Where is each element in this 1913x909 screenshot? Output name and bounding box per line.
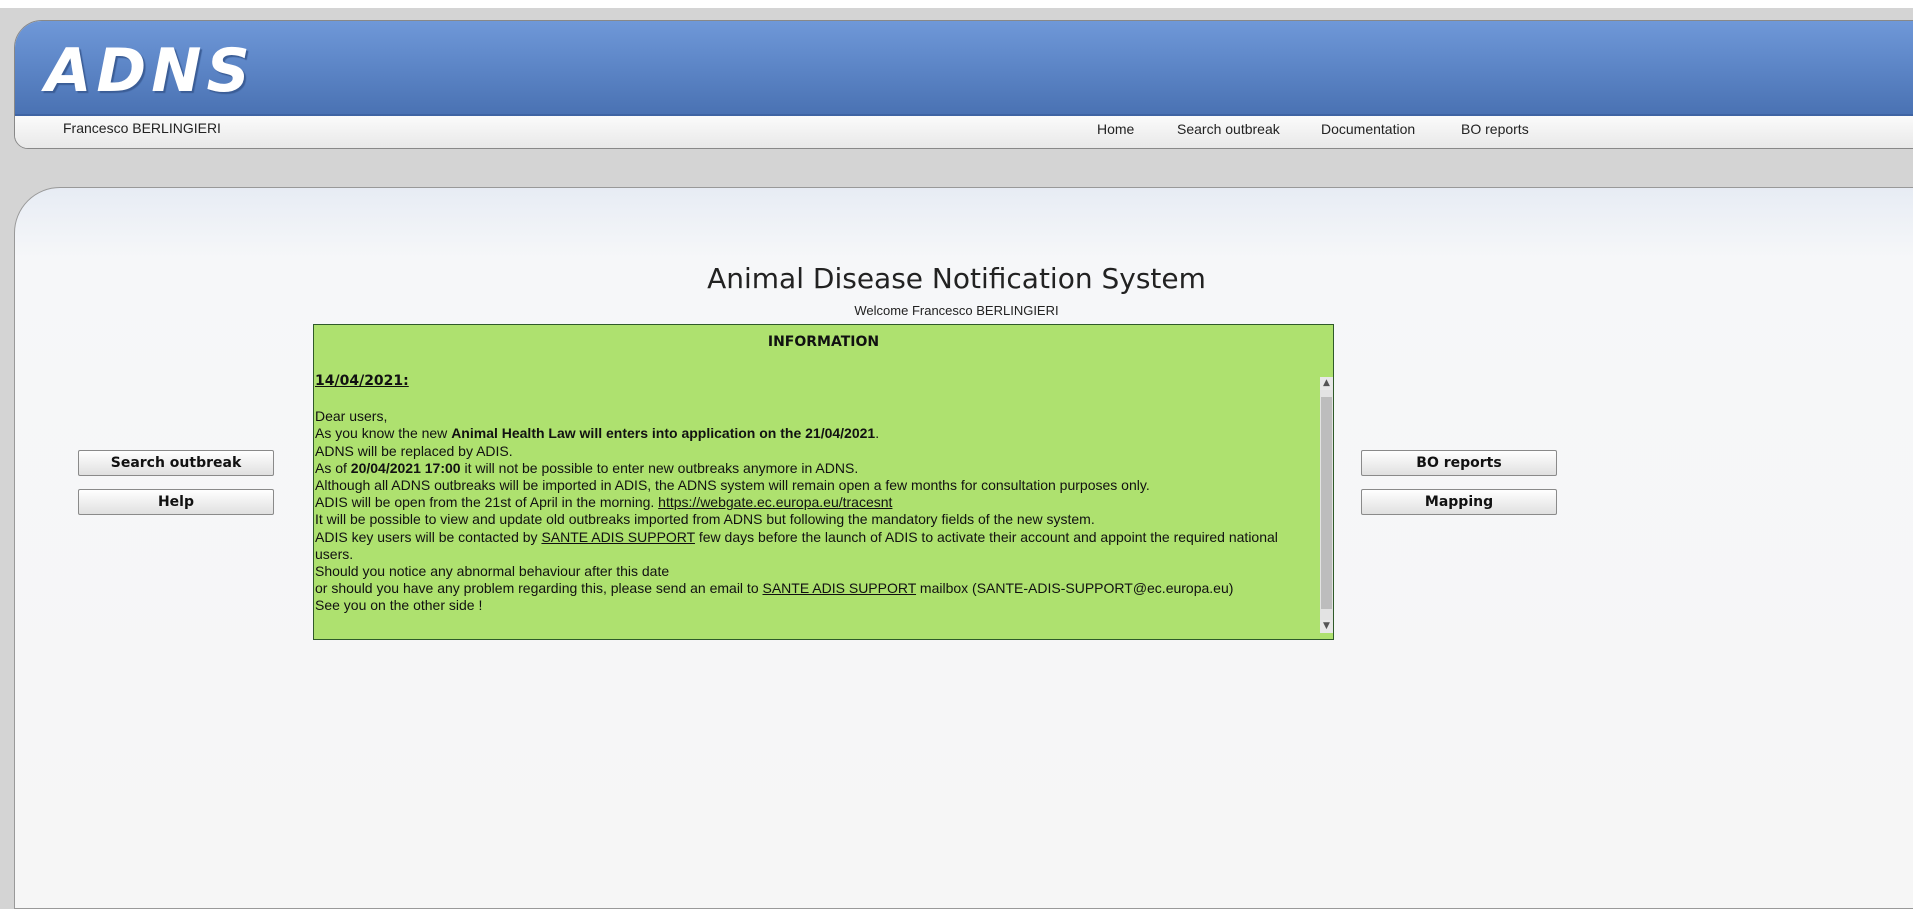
nav-bo-reports-link[interactable]: BO reports (1461, 121, 1529, 137)
bo-reports-button[interactable]: BO reports (1361, 450, 1557, 476)
information-date: 14/04/2021: (315, 373, 409, 389)
info-line: As of 20/04/2021 17:00 it will not be po… (315, 459, 859, 476)
info-line: See you on the other side ! (315, 597, 483, 614)
sante-adis-support-mailbox-link[interactable]: SANTE ADIS SUPPORT (763, 580, 917, 596)
nav-search-outbreak-link[interactable]: Search outbreak (1177, 121, 1280, 137)
scrollbar-thumb[interactable] (1321, 397, 1332, 609)
info-line: ADIS will be open from the 21st of April… (315, 494, 893, 511)
sante-adis-support-link[interactable]: SANTE ADIS SUPPORT (541, 529, 695, 545)
info-line: Although all ADNS outbreaks will be impo… (315, 477, 1150, 494)
traces-nt-link[interactable]: https://webgate.ec.europa.eu/tracesnt (658, 494, 892, 510)
nav-documentation-link[interactable]: Documentation (1321, 121, 1415, 137)
adns-logo[interactable]: ADNS (45, 36, 255, 106)
info-line: ADNS will be replaced by ADIS. (315, 442, 513, 459)
information-heading: INFORMATION (767, 334, 880, 350)
search-outbreak-button[interactable]: Search outbreak (78, 450, 274, 476)
nav-home-link[interactable]: Home (1097, 121, 1134, 137)
app-header: ADNS Francesco BERLINGIERI (14, 20, 1913, 149)
page-title: Animal Disease Notification System (707, 262, 1206, 295)
welcome-message: Welcome Francesco BERLINGIERI (854, 303, 1059, 318)
mapping-button[interactable]: Mapping (1361, 489, 1557, 515)
current-user-name: Francesco BERLINGIERI (63, 120, 221, 136)
browser-top-strip (0, 0, 1913, 8)
info-line: It will be possible to view and update o… (315, 511, 1095, 528)
info-line: Dear users, (315, 408, 388, 425)
scroll-down-arrow-icon[interactable]: ▼ (1320, 620, 1333, 633)
information-text[interactable]: 14/04/2021: Dear users, As you know the … (314, 373, 1314, 635)
user-bar: Francesco BERLINGIERI (15, 116, 1913, 148)
scroll-up-arrow-icon[interactable]: ▲ (1320, 377, 1333, 390)
information-box: INFORMATION 14/04/2021: Dear users, As y… (313, 324, 1334, 640)
help-button[interactable]: Help (78, 489, 274, 515)
info-line: Should you notice any abnormal behaviour… (315, 563, 670, 580)
info-line: ADIS key users will be contacted by SANT… (315, 528, 1278, 562)
info-line: or should you have any problem regarding… (315, 580, 1234, 597)
info-line: As you know the new Animal Health Law wi… (315, 425, 880, 442)
information-scrollbar[interactable]: ▲ ▼ (1320, 377, 1333, 633)
header-banner: ADNS (15, 21, 1913, 116)
